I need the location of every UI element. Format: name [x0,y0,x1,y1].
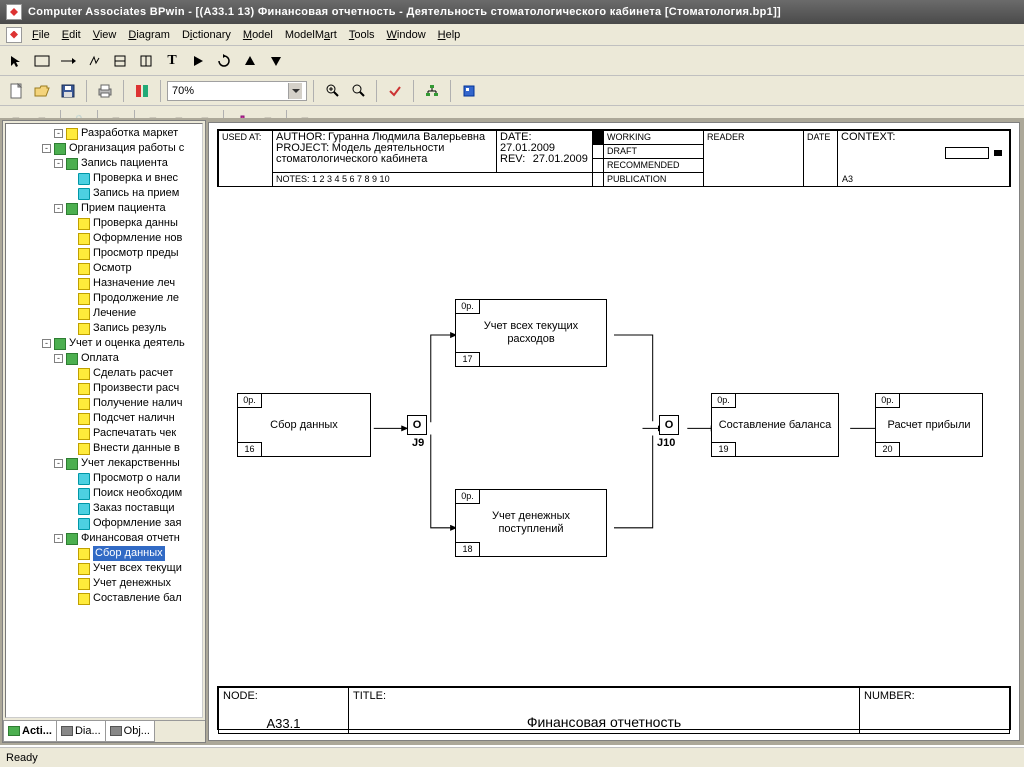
chevron-down-icon[interactable] [288,83,302,99]
used-at-label: USED AT: [219,131,273,187]
objects-icon [110,726,122,736]
tree-item[interactable]: Проверка и внес [6,171,202,186]
tree-item[interactable]: Заказ поставщи [6,501,202,516]
junction-j9[interactable]: O [407,415,427,435]
junction-j10[interactable]: O [659,415,679,435]
zoom-in-button[interactable] [320,79,344,103]
diagrams-icon [61,726,73,736]
tree-item[interactable]: Осмотр [6,261,202,276]
junction-j10-label: J10 [657,437,675,449]
report-button[interactable] [457,79,481,103]
check-button[interactable] [383,79,407,103]
status-text: Ready [6,752,38,764]
diagram-footer: NODE:A33.1 TITLE:Финансовая отчетность N… [217,686,1011,730]
tree-item[interactable]: -Учет лекарственны [6,456,202,471]
menu-bar: File Edit View Diagram Dictionary Model … [0,24,1024,46]
print-button[interactable] [93,79,117,103]
menu-dictionary[interactable]: Dictionary [176,27,237,43]
arrow-tool[interactable] [56,49,80,73]
menu-edit[interactable]: Edit [56,27,87,43]
menu-tools[interactable]: Tools [343,27,381,43]
play-tool[interactable] [186,49,210,73]
open-button[interactable] [30,79,54,103]
tab-activities[interactable]: Acti... [3,721,57,742]
tree-item[interactable]: -Организация работы с [6,141,202,156]
tree-item[interactable]: Запись резуль [6,321,202,336]
datastore-tool[interactable] [134,49,158,73]
save-button[interactable] [56,79,80,103]
tree-item[interactable]: Оформление нов [6,231,202,246]
activity-box-5[interactable]: 0р. Расчет прибыли 20 [875,393,983,457]
tree-item[interactable]: Сбор данных [6,546,202,561]
pointer-tool[interactable] [4,49,28,73]
tree-item[interactable]: Лечение [6,306,202,321]
menu-help[interactable]: Help [432,27,467,43]
tree-item[interactable]: -Прием пациента [6,201,202,216]
activity-box-3[interactable]: 0р. Учет денежных поступлений 18 [455,489,607,557]
tree-item[interactable]: Сделать расчет [6,366,202,381]
tree-item[interactable]: Поиск необходим [6,486,202,501]
activity-box-2[interactable]: 0р. Учет всех текущих расходов 17 [455,299,607,367]
tree-item[interactable]: Запись на прием [6,186,202,201]
palette-button[interactable] [130,79,154,103]
tree-item[interactable]: Проверка данны [6,216,202,231]
tree-item[interactable]: -Учет и оценка деятель [6,336,202,351]
new-button[interactable] [4,79,28,103]
loop-tool[interactable] [212,49,236,73]
diagram-canvas[interactable]: USED AT: AUTHOR: Гуранна Людмила Валерье… [208,122,1020,741]
tree-item[interactable]: -Разработка маркет [6,126,202,141]
menu-model[interactable]: Model [237,27,279,43]
tree-item[interactable]: -Финансовая отчетн [6,531,202,546]
ref-tool[interactable] [108,49,132,73]
menu-view[interactable]: View [87,27,123,43]
menu-diagram[interactable]: Diagram [122,27,176,43]
sidebar: -Разработка маркет-Организация работы с-… [2,120,206,743]
tree-item[interactable]: -Оплата [6,351,202,366]
tree-item[interactable]: Просмотр преды [6,246,202,261]
tree-item[interactable]: Получение налич [6,396,202,411]
diagram-area: 0р. Сбор данных 16 O J9 0р. Учет всех те… [217,193,1011,680]
activity-tool[interactable] [30,49,54,73]
activity-box-4[interactable]: 0р. Составление баланса 19 [711,393,839,457]
down-tool[interactable] [264,49,288,73]
window-title: Computer Associates BPwin - [(A33.1 13) … [28,6,781,18]
zoom-fit-button[interactable] [346,79,370,103]
menu-window[interactable]: Window [381,27,432,43]
menu-modelmart[interactable]: ModelMart [279,27,343,43]
window-titlebar: Computer Associates BPwin - [(A33.1 13) … [0,0,1024,24]
toolbar-draw: T [0,46,1024,76]
zoom-value: 70% [172,85,194,97]
tree-item[interactable]: Просмотр о нали [6,471,202,486]
tree-item[interactable]: Оформление зая [6,516,202,531]
menu-file[interactable]: File [26,27,56,43]
squiggle-tool[interactable] [82,49,106,73]
model-tree[interactable]: -Разработка маркет-Организация работы с-… [5,123,203,718]
app-icon [6,4,22,20]
text-tool[interactable]: T [160,49,184,73]
activities-icon [8,726,20,736]
activity-box-1[interactable]: 0р. Сбор данных 16 [237,393,371,457]
up-tool[interactable] [238,49,262,73]
tree-item[interactable]: Произвести расч [6,381,202,396]
tab-diagrams[interactable]: Dia... [56,721,106,742]
tree-item[interactable]: Составление бал [6,591,202,606]
tree-item[interactable]: Учет всех текущи [6,561,202,576]
tab-objects[interactable]: Obj... [105,721,155,742]
status-bar: Ready [0,747,1024,767]
toolbar-file: 70% [0,76,1024,106]
tree-item[interactable]: Распечатать чек [6,426,202,441]
tree-item[interactable]: Продолжение ле [6,291,202,306]
tree-button[interactable] [420,79,444,103]
tree-item[interactable]: Учет денежных [6,576,202,591]
diagram-header: USED AT: AUTHOR: Гуранна Людмила Валерье… [217,129,1011,187]
zoom-combo[interactable]: 70% [167,81,307,101]
tree-item[interactable]: -Запись пациента [6,156,202,171]
doc-icon [6,27,22,43]
tree-item[interactable]: Внести данные в [6,441,202,456]
tree-item[interactable]: Подсчет наличн [6,411,202,426]
tree-item[interactable]: Назначение леч [6,276,202,291]
junction-j9-label: J9 [412,437,424,449]
sidebar-tabs: Acti... Dia... Obj... [3,720,205,742]
